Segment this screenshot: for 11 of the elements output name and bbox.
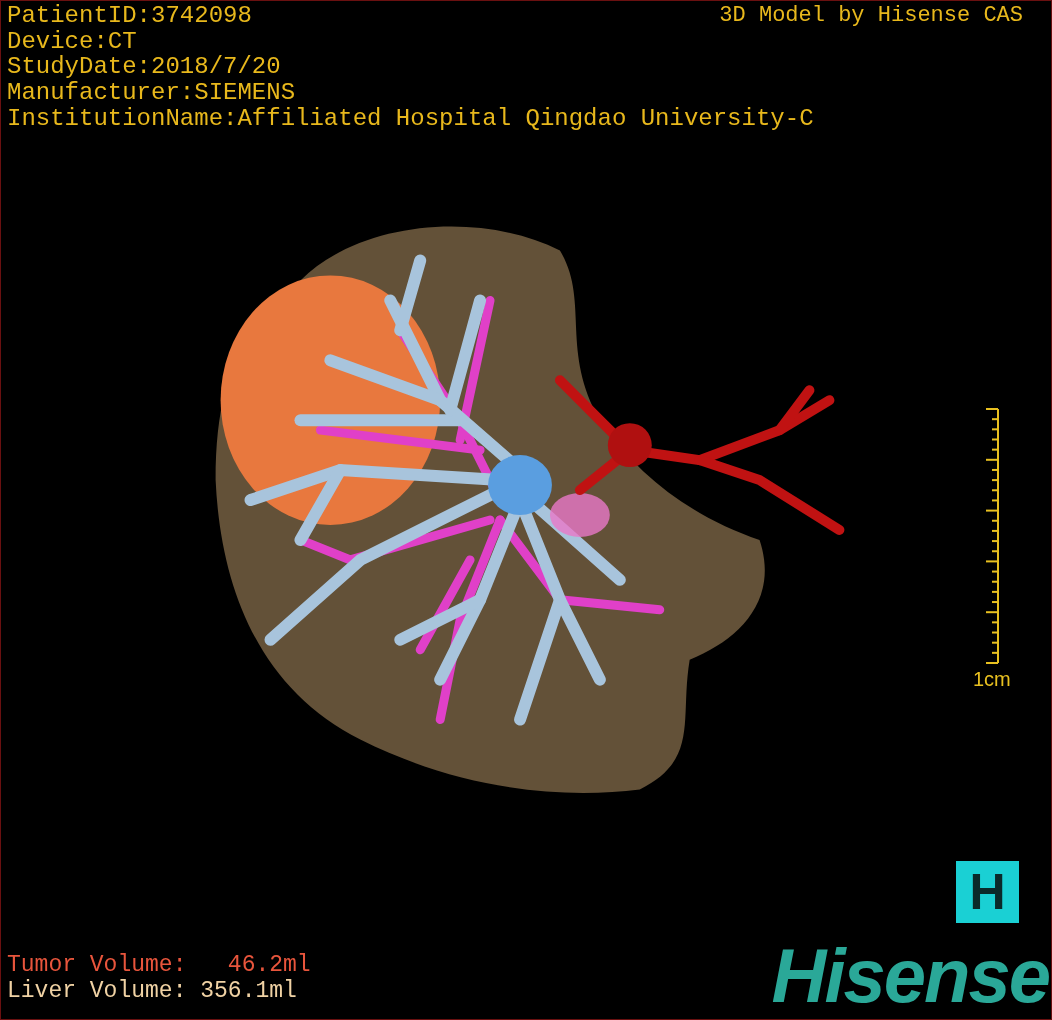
dicom-info-text: InstitutionName:Affiliated Hospital Qingdao University-C (7, 105, 814, 132)
model-title: 3D Model by Hisense CAS (719, 3, 1023, 29)
dicom-info-text: Manufacturer:SIEMENS (7, 80, 296, 106)
logo-badge: H (956, 861, 1019, 923)
dicom-info-text: PatientID:3742098 (7, 3, 252, 29)
scale-label: 1cm (973, 668, 1011, 691)
volume-readout: Tumor Volume: 46.2ml (7, 952, 311, 978)
dicom-info-text: StudyDate:2018/7/20 (7, 54, 281, 81)
brand-logo: Hisense (771, 936, 1049, 1016)
dicom-info-text: Device:CT (7, 28, 137, 55)
volume-readout: Liver Volume: 356.1ml (7, 978, 297, 1004)
